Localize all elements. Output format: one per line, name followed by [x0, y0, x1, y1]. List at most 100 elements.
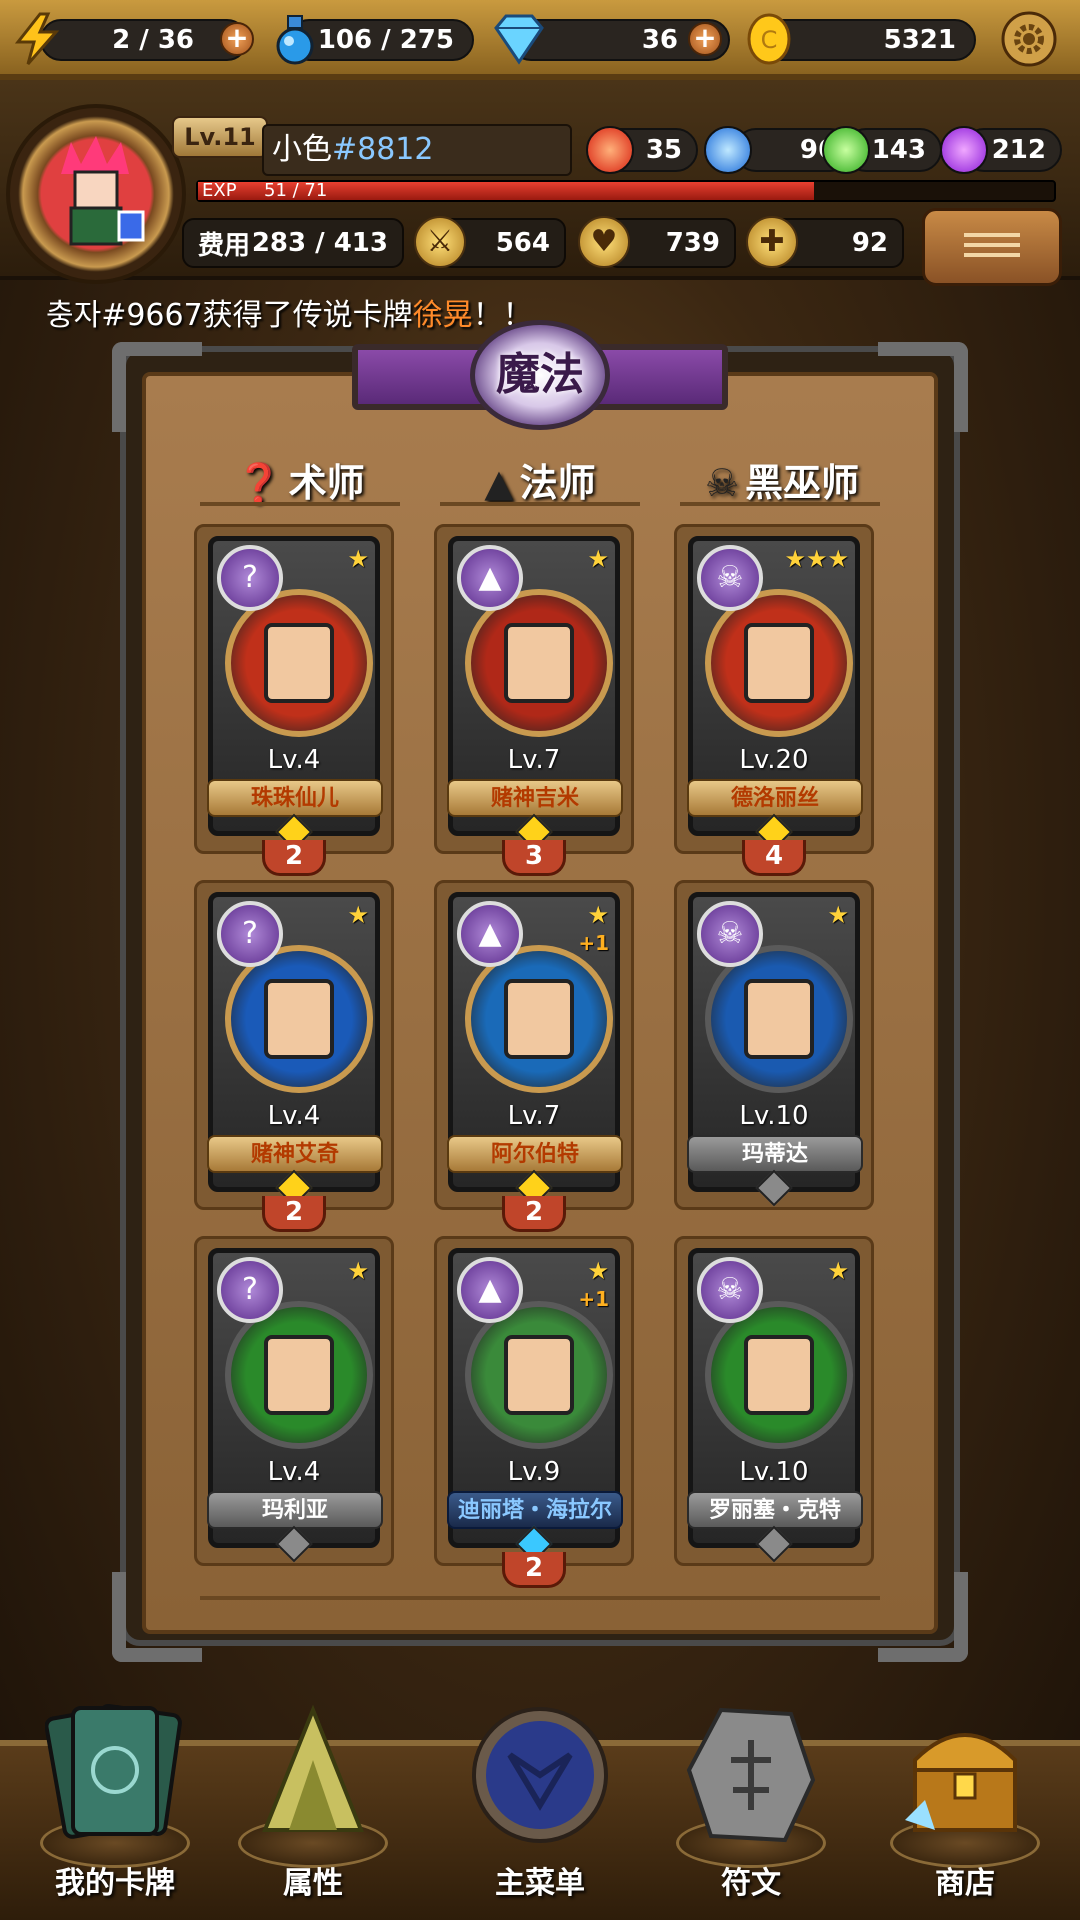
- heart-icon: ♥: [578, 216, 630, 268]
- hero-level: Lv.7: [507, 745, 561, 775]
- star-rating: ★: [827, 901, 849, 929]
- nav-main-menu[interactable]: 主菜单: [445, 1700, 635, 1910]
- hero-card[interactable]: ☠ ★ Lv.10 罗丽塞・克特: [687, 1248, 863, 1563]
- lightning-icon: [10, 12, 64, 66]
- class-badge-icon: ▲: [457, 901, 523, 967]
- card-count-badge: 3: [502, 840, 566, 876]
- column-divider: [440, 502, 640, 506]
- hero-card[interactable]: ? ★ Lv.4 赌神艾奇: [207, 892, 383, 1207]
- hero-portrait: [705, 945, 853, 1093]
- hero-card[interactable]: ☠ ★★★ Lv.20 德洛丽丝: [687, 536, 863, 851]
- column-necromancer-header: ☠ 黑巫师: [704, 461, 860, 505]
- avatar-character-icon: [61, 136, 145, 246]
- nav-shop[interactable]: 商店: [870, 1700, 1060, 1910]
- energy-counter: 2 / 36: [40, 19, 248, 61]
- card-count-badge: 2: [262, 1196, 326, 1232]
- hero-level: Lv.20: [739, 745, 809, 775]
- hero-name: 德洛丽丝: [687, 779, 863, 817]
- star-rating: ★: [587, 901, 609, 929]
- potion-icon: [268, 12, 322, 66]
- blue-gem-icon: [704, 126, 752, 174]
- treasure-chest-icon: [905, 1733, 1017, 1832]
- hero-name: 赌神艾奇: [207, 1135, 383, 1173]
- panel-bottom-divider: [200, 1596, 880, 1600]
- hero-portrait: [225, 589, 373, 737]
- hero-portrait: [705, 589, 853, 737]
- wizard-hat-icon: ▲: [484, 461, 514, 505]
- settings-gear-icon[interactable]: [1000, 10, 1058, 68]
- red-gem-icon: [586, 126, 634, 174]
- hero-sprite-icon: [504, 1335, 574, 1415]
- hero-portrait: [225, 945, 373, 1093]
- gold-coin-icon: C: [742, 12, 796, 66]
- card-deck-icon: [45, 1704, 182, 1839]
- exp-bar: EXP 51 / 71: [196, 180, 1056, 202]
- hamburger-menu-button[interactable]: [922, 208, 1062, 286]
- player-tag: #8812: [332, 132, 434, 167]
- frame-corner: [878, 342, 968, 432]
- nav-my-cards[interactable]: 我的卡牌: [20, 1700, 210, 1910]
- hero-sprite-icon: [264, 623, 334, 703]
- staff-icon: ❓: [235, 461, 283, 505]
- hero-level: Lv.7: [507, 1101, 561, 1131]
- class-badge-icon: ?: [217, 1257, 283, 1323]
- nav-attributes[interactable]: 属性: [218, 1700, 408, 1910]
- exp-label: EXP: [202, 180, 237, 201]
- star-rating: ★: [347, 901, 369, 929]
- skull-icon: ☠: [704, 461, 740, 505]
- hero-name: 迪丽塔・海拉尔: [447, 1491, 623, 1529]
- announcement-ticker: 충자#9667获得了传说卡牌徐晃！！: [46, 298, 533, 333]
- nav-runes[interactable]: 符文: [656, 1700, 846, 1910]
- star-rating: ★: [587, 1257, 609, 1285]
- player-name-box: 小色#8812: [262, 124, 572, 176]
- column-mage-header: ▲ 法师: [484, 461, 596, 505]
- hero-name: 玛蒂达: [687, 1135, 863, 1173]
- hero-card[interactable]: ☠ ★ Lv.10 玛蒂达: [687, 892, 863, 1207]
- hero-sprite-icon: [744, 979, 814, 1059]
- svg-text:C: C: [761, 26, 778, 54]
- diamond-add-button[interactable]: +: [688, 22, 722, 56]
- card-count-badge: 2: [502, 1552, 566, 1588]
- hero-level: Lv.4: [267, 1101, 321, 1131]
- hero-card[interactable]: ▲ ★ +1 Lv.7 阿尔伯特: [447, 892, 623, 1207]
- class-badge-icon: ?: [217, 901, 283, 967]
- hero-card[interactable]: ? ★ Lv.4 珠珠仙儿: [207, 536, 383, 851]
- hero-portrait: [705, 1301, 853, 1449]
- frame-corner: [878, 1572, 968, 1662]
- panel-title: 魔法: [470, 320, 610, 430]
- hero-sprite-icon: [744, 623, 814, 703]
- exp-value: 51 / 71: [264, 180, 328, 201]
- star-rating: ★: [827, 1257, 849, 1285]
- card-count-badge: 2: [262, 840, 326, 876]
- column-sorcerer-header: ❓ 术师: [235, 461, 365, 505]
- hero-level: Lv.9: [507, 1457, 561, 1487]
- hero-sprite-icon: [744, 1335, 814, 1415]
- frame-corner: [112, 1572, 202, 1662]
- hero-level: Lv.4: [267, 745, 321, 775]
- star-rating: ★: [347, 1257, 369, 1285]
- player-avatar[interactable]: [6, 104, 186, 284]
- resource-bar: 2 / 36 + 106 / 275 36 + 5321 C: [0, 0, 1080, 80]
- hero-sprite-icon: [504, 979, 574, 1059]
- hero-card[interactable]: ? ★ Lv.4 玛利亚: [207, 1248, 383, 1563]
- crossed-swords-icon: ⚔: [414, 216, 466, 268]
- star-rating: ★★★: [784, 545, 849, 573]
- rune-stone-icon: [686, 1707, 816, 1843]
- diamond-icon: [486, 12, 552, 66]
- class-badge-icon: ▲: [457, 545, 523, 611]
- class-badge-icon: ▲: [457, 1257, 523, 1323]
- hero-level: Lv.10: [739, 1457, 809, 1487]
- hero-sprite-icon: [264, 979, 334, 1059]
- hero-portrait: [225, 1301, 373, 1449]
- hero-name: 珠珠仙儿: [207, 779, 383, 817]
- plus-cross-icon: ✚: [746, 216, 798, 268]
- hero-sprite-icon: [504, 623, 574, 703]
- class-badge-icon: ☠: [697, 901, 763, 967]
- hero-card[interactable]: ▲ ★ Lv.7 赌神吉米: [447, 536, 623, 851]
- hero-name: 罗丽塞・克特: [687, 1491, 863, 1529]
- main-menu-emblem-icon: [472, 1707, 608, 1843]
- energy-add-button[interactable]: +: [220, 22, 254, 56]
- upgrade-bonus: +1: [578, 1287, 609, 1311]
- hero-level: Lv.4: [267, 1457, 321, 1487]
- hero-card[interactable]: ▲ ★ +1 Lv.9 迪丽塔・海拉尔: [447, 1248, 623, 1563]
